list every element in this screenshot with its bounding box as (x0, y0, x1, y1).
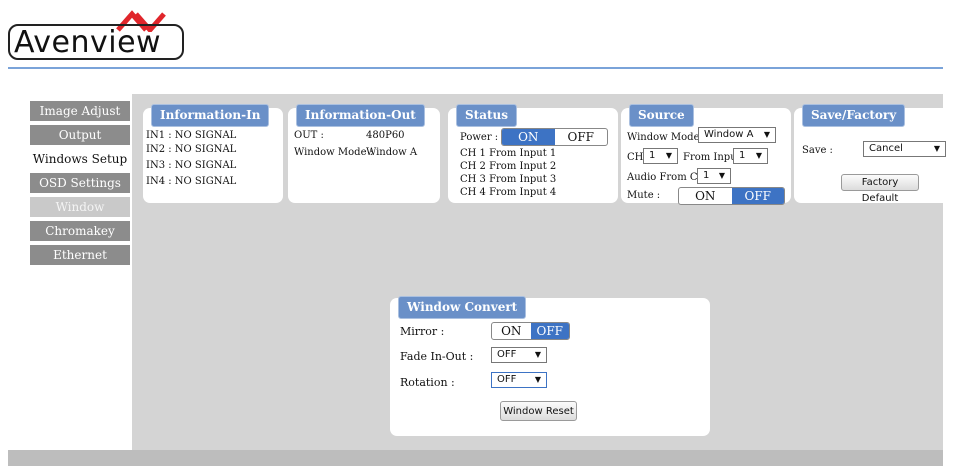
fade-in-out-label: Fade In-Out : (400, 350, 474, 363)
source-panel: Source Window Mode : Window A ▼ CH 1 ▼ F… (621, 104, 791, 205)
power-on-option[interactable]: ON (502, 129, 555, 145)
mirror-on-option[interactable]: ON (492, 323, 531, 339)
input-2-status: IN2 : NO SIGNAL (146, 144, 237, 155)
chevron-down-icon: ▼ (933, 144, 940, 153)
ch-select[interactable]: 1 ▼ (643, 148, 678, 164)
panel-title: Save/Factory (802, 104, 906, 127)
window-mode-value: Window A (366, 147, 418, 158)
menu-image-adjust[interactable]: Image Adjust (30, 101, 130, 121)
ch-label: CH (627, 152, 644, 163)
mute-on-option[interactable]: ON (679, 188, 732, 204)
save-factory-panel: Save/Factory Save : Cancel ▼ Factory Def… (794, 104, 953, 204)
chevron-down-icon: ▼ (755, 151, 762, 160)
status-panel: Status Power : ON OFF CH 1 From Input 1 … (448, 104, 618, 203)
menu-chromakey-setup[interactable]: Chromakey Setup (30, 221, 130, 258)
rotation-select[interactable]: OFF ▼ (491, 372, 547, 388)
mute-toggle[interactable]: ON OFF (678, 187, 785, 205)
channel-3-source: CH 3 From Input 3 (460, 174, 557, 185)
input-4-status: IN4 : NO SIGNAL (146, 176, 237, 187)
power-off-option[interactable]: OFF (555, 129, 608, 145)
panel-title: Information-Out (296, 104, 425, 127)
menu-ethernet[interactable]: Ethernet (30, 245, 130, 265)
panel-title: Status (456, 104, 518, 127)
panel-title: Window Convert (398, 296, 527, 319)
power-toggle[interactable]: ON OFF (501, 128, 608, 146)
bottom-bar (8, 450, 943, 466)
audio-from-ch-label: Audio From CH (627, 172, 707, 183)
mirror-label: Mirror : (400, 325, 445, 338)
header: Avenview (8, 6, 943, 69)
menu-osd-settings[interactable]: OSD Settings (30, 173, 130, 193)
power-label: Power : (460, 132, 499, 143)
from-input-label: From Input (683, 152, 741, 163)
window-convert-panel: Window Convert Mirror : ON OFF Fade In-O… (390, 296, 710, 436)
menu-windows-setup[interactable]: Windows Setup (30, 149, 130, 169)
menu-window-convert[interactable]: Window Convert (30, 197, 130, 234)
panel-title: Source (629, 104, 694, 127)
mirror-off-option[interactable]: OFF (530, 323, 569, 339)
mute-off-option[interactable]: OFF (731, 188, 784, 204)
window-mode-label: Window Mode : (294, 147, 374, 158)
channel-1-source: CH 1 From Input 1 (460, 148, 557, 159)
save-select-value: Cancel (869, 143, 903, 154)
save-select[interactable]: Cancel ▼ (863, 141, 946, 157)
menu-output-resolution[interactable]: Output Resolution (30, 125, 130, 162)
rotation-select-value: OFF (497, 374, 517, 385)
fade-select-value: OFF (497, 349, 517, 360)
mute-label: Mute : (627, 190, 661, 201)
app-frame: Avenview Image Adjust Output Resolution … (8, 6, 953, 466)
mirror-toggle[interactable]: ON OFF (491, 322, 570, 340)
chevron-down-icon: ▼ (718, 171, 725, 180)
fade-in-out-select[interactable]: OFF ▼ (491, 347, 547, 363)
out-label: OUT : (294, 130, 324, 141)
window-mode-select-value: Window A (704, 129, 754, 140)
window-mode-select[interactable]: Window A ▼ (698, 127, 776, 143)
channel-2-source: CH 2 From Input 2 (460, 161, 557, 172)
header-rule (8, 67, 943, 69)
rotation-label: Rotation : (400, 376, 455, 389)
input-1-status: IN1 : NO SIGNAL (146, 130, 237, 141)
from-input-select[interactable]: 1 ▼ (733, 148, 768, 164)
window-mode-label: Window Mode : (627, 132, 707, 143)
window-reset-button[interactable]: Window Reset (500, 401, 577, 421)
information-out-panel: Information-Out OUT : 480P60 Window Mode… (288, 104, 440, 203)
audio-select-value: 1 (703, 170, 710, 181)
avenview-logo: Avenview (8, 10, 186, 62)
chevron-down-icon: ▼ (763, 130, 770, 139)
information-in-panel: Information-In IN1 : NO SIGNAL IN2 : NO … (143, 104, 283, 203)
input-3-status: IN3 : NO SIGNAL (146, 160, 237, 171)
save-label: Save : (802, 145, 833, 156)
chevron-down-icon: ▼ (534, 350, 541, 359)
audio-from-ch-select[interactable]: 1 ▼ (697, 168, 731, 184)
from-input-select-value: 1 (739, 150, 746, 161)
chevron-down-icon: ▼ (534, 375, 541, 384)
out-value: 480P60 (366, 130, 405, 141)
chevron-down-icon: ▼ (665, 151, 672, 160)
ch-select-value: 1 (649, 150, 656, 161)
factory-default-button[interactable]: Factory Default (841, 174, 919, 204)
logo-text: Avenview (14, 25, 162, 60)
channel-4-source: CH 4 From Input 4 (460, 187, 557, 198)
panel-title: Information-In (151, 104, 270, 127)
